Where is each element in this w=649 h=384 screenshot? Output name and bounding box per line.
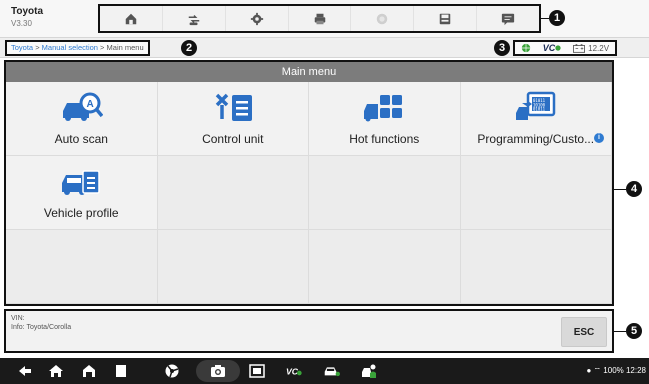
vehicle-nav-button[interactable] (321, 362, 343, 380)
menu-item-label: Programming/Custo... (477, 132, 595, 146)
screen-record-button[interactable] (248, 362, 266, 380)
callout-line-1 (541, 18, 549, 19)
menu-cell-empty (460, 230, 612, 304)
menu-item-programming[interactable]: 01011 10100 01011 Programming/Custo... i (460, 82, 612, 156)
help-button[interactable] (351, 6, 415, 31)
save-button[interactable] (414, 6, 478, 31)
home-nav-button[interactable] (47, 362, 65, 380)
callout-4: 4 (626, 181, 642, 197)
vehicle-connected-icon (324, 367, 340, 377)
callout-2: 2 (181, 40, 197, 56)
battery-voltage: 12.2V (573, 44, 609, 53)
vin-label: VIN: (11, 315, 25, 322)
menu-item-hot-functions[interactable]: Hot functions (309, 82, 461, 156)
back-arrow-icon (19, 366, 31, 376)
svg-text:01011: 01011 (533, 107, 546, 112)
info-icon[interactable]: i (594, 133, 604, 143)
back-button[interactable] (16, 362, 34, 380)
callout-line-5 (614, 331, 626, 332)
menu-item-auto-scan[interactable]: A Auto scan (6, 82, 158, 156)
menu-cell-empty (157, 156, 309, 230)
vci-connected-icon (555, 45, 561, 51)
system-nav-bar: VC ● ⌔ 100% 12:28 (0, 358, 649, 384)
menu-cell-empty (309, 156, 461, 230)
vehicle-swap-icon (188, 14, 200, 25)
app-home-button[interactable] (80, 362, 98, 380)
network-globe-icon (521, 43, 531, 53)
voltage-value: 12.2V (588, 43, 610, 53)
menu-cell-empty (157, 230, 309, 304)
home-button[interactable] (100, 6, 163, 31)
breadcrumb-current: Main menu (106, 43, 144, 52)
vci-status: VC (543, 43, 562, 53)
print-icon (314, 13, 325, 24)
breadcrumb-separator: > (33, 43, 42, 52)
settings-button[interactable] (226, 6, 289, 31)
menu-item-label: Hot functions (349, 132, 420, 146)
help-icon (377, 13, 388, 24)
data-logging-button[interactable] (477, 6, 539, 31)
browser-icon (165, 364, 179, 378)
menu-cell-empty (460, 156, 612, 230)
camera-icon (211, 365, 225, 377)
svg-text:A: A (87, 99, 94, 110)
android-home-icon (49, 365, 63, 377)
callout-3: 3 (494, 40, 510, 56)
hot-functions-icon (364, 95, 403, 122)
breadcrumb-link-make[interactable]: Toyota (11, 43, 33, 52)
breadcrumb-link-manual-selection[interactable]: Manual selection (42, 43, 98, 52)
remote-expert-icon (362, 364, 376, 378)
menu-item-label: Control unit (202, 132, 264, 146)
main-menu-title: Main menu (6, 62, 612, 82)
breadcrumb: Toyota > Manual selection > Main menu (5, 40, 150, 56)
status-glyphs: ● ⌔ (586, 366, 604, 375)
vehicle-swap-button[interactable] (163, 6, 226, 31)
menu-cell-empty (309, 230, 461, 304)
status-indicators: VC 12.2V (513, 40, 617, 56)
vci-manager-icon: VC (286, 366, 302, 376)
app-version: V3.30 (11, 19, 32, 28)
menu-item-label: Vehicle profile (43, 206, 119, 220)
home-icon (125, 13, 137, 24)
vehicle-info-text: Info: Toyota/Corolla (11, 324, 72, 331)
callout-line-4 (614, 189, 626, 190)
app-home-icon (83, 365, 95, 377)
vehicle-info-bar: VIN: Info: Toyota/Corolla ESC (4, 309, 614, 353)
callout-5: 5 (626, 323, 642, 339)
svg-text:VC: VC (286, 366, 299, 376)
callout-1: 1 (549, 10, 565, 26)
vci-nav-button[interactable]: VC (282, 362, 306, 380)
menu-item-label: Auto scan (54, 132, 108, 146)
breadcrumb-separator: > (97, 43, 107, 52)
vehicle-profile-icon (62, 170, 100, 195)
main-menu-grid: A Auto scan Control unit Hot functions 0… (6, 82, 612, 304)
recent-apps-button[interactable] (112, 362, 130, 380)
settings-icon (250, 12, 263, 25)
toolbar (98, 4, 541, 33)
menu-item-vehicle-profile[interactable]: Vehicle profile (6, 156, 158, 230)
browser-button[interactable] (163, 362, 181, 380)
save-icon (439, 13, 451, 24)
screen: Toyota V3.30 1 Toyota > Manual selection… (0, 0, 649, 384)
menu-item-control-unit[interactable]: Control unit (157, 82, 309, 156)
header: Toyota V3.30 1 (0, 0, 649, 37)
recent-apps-icon (116, 365, 126, 377)
screenshot-button[interactable] (196, 360, 240, 382)
main-menu-panel: Main menu A Auto scan Control unit Hot f… (4, 60, 614, 306)
screen-record-icon (249, 364, 265, 378)
battery-icon (573, 43, 586, 53)
remote-expert-button[interactable] (360, 362, 378, 380)
programming-icon: 01011 10100 01011 (515, 91, 555, 120)
menu-cell-empty (6, 230, 158, 304)
control-unit-icon (215, 93, 252, 121)
vci-label: VC (542, 43, 556, 53)
esc-button[interactable]: ESC (561, 317, 607, 347)
app-title: Toyota (11, 6, 44, 17)
breadcrumb-bar: Toyota > Manual selection > Main menu 2 … (0, 37, 649, 58)
battery-time-text: 100% 12:28 (603, 366, 646, 375)
print-button[interactable] (289, 6, 352, 31)
data-logging-icon (501, 13, 515, 25)
car-search-icon: A (63, 92, 104, 121)
system-status: ● ⌔ 100% 12:28 (586, 366, 646, 376)
